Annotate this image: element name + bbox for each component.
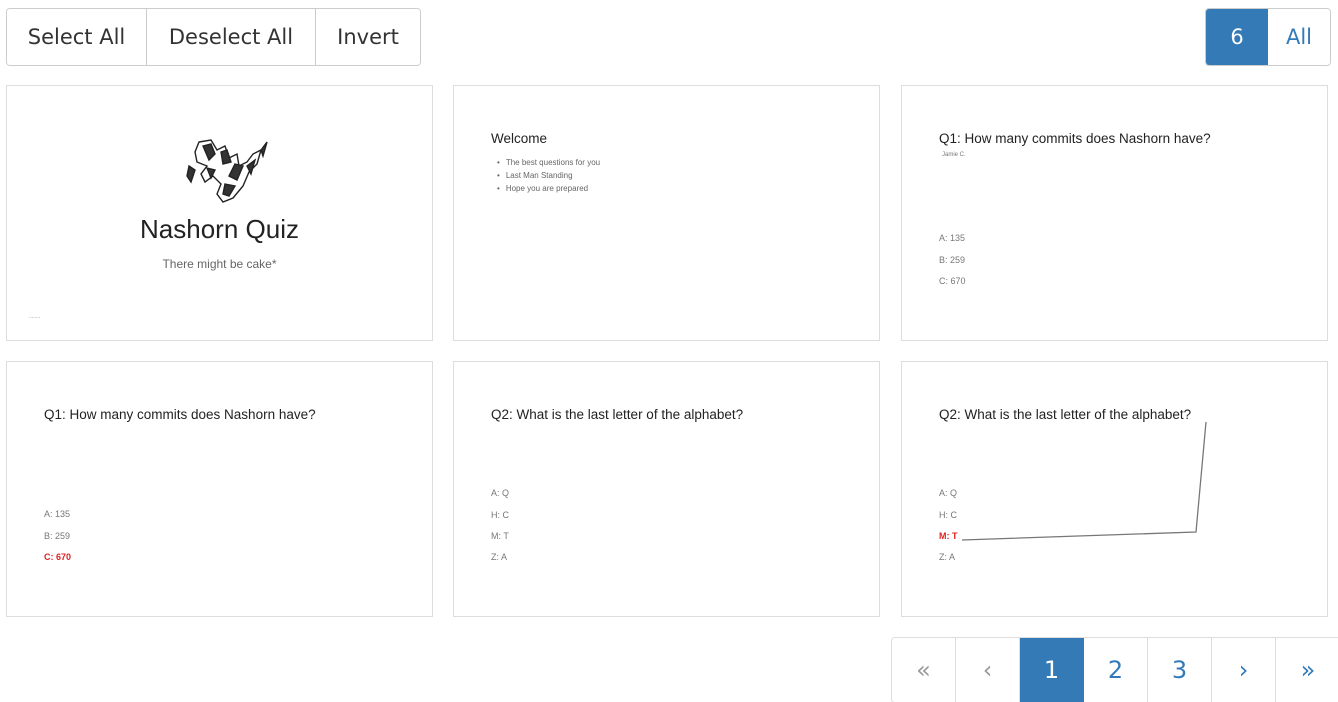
answer-option: M: T (491, 531, 509, 541)
slide-footnote: ........ (29, 314, 41, 320)
slide-title: Q2: What is the last letter of the alpha… (491, 407, 744, 422)
rhino-logo-icon (186, 139, 268, 203)
slide-title: Q1: How many commits does Nashorn have? (939, 131, 1211, 146)
select-all-button[interactable]: Select All (7, 9, 147, 65)
answer-option: B: 259 (939, 255, 966, 265)
slide-thumbnail-6[interactable]: Q2: What is the last letter of the alpha… (901, 361, 1328, 617)
page-1-button[interactable]: 1 (1020, 638, 1084, 702)
slide-thumbnail-3[interactable]: Q1: How many commits does Nashorn have? … (901, 85, 1328, 341)
selection-button-group: Select All Deselect All Invert (6, 8, 421, 66)
list-item: Hope you are prepared (497, 182, 600, 195)
answer-option: H: C (491, 510, 509, 520)
slide-author: Jamie C. (942, 152, 966, 158)
page-2-button[interactable]: 2 (1084, 638, 1148, 702)
answer-option: A: 135 (44, 509, 71, 519)
correct-answer-option: C: 670 (44, 552, 72, 562)
prev-page-button[interactable]: ‹ (956, 638, 1020, 702)
answer-option: C: 670 (939, 276, 966, 286)
page-size-toggle: 6 All (1205, 8, 1331, 66)
slide-title: Welcome (491, 131, 548, 146)
last-page-button[interactable]: » (1276, 638, 1338, 702)
list-item: The best questions for you (497, 156, 600, 169)
first-page-button[interactable]: « (892, 638, 956, 702)
slide-title: Q1: How many commits does Nashorn have? (44, 407, 316, 422)
answer-option: A: 135 (939, 233, 966, 243)
slide-bullet-list: The best questions for you Last Man Stan… (497, 156, 600, 195)
answer-option: Z: A (491, 552, 508, 562)
slide-thumbnail-4[interactable]: Q1: How many commits does Nashorn have? … (6, 361, 433, 617)
page-size-all-button[interactable]: All (1268, 9, 1330, 65)
slide-title: Nashorn Quiz (140, 214, 299, 244)
slide-thumbnail-5[interactable]: Q2: What is the last letter of the alpha… (453, 361, 880, 617)
deselect-all-button[interactable]: Deselect All (147, 9, 316, 65)
slide-thumbnail-2[interactable]: Welcome The best questions for you Last … (453, 85, 880, 341)
pagination: « ‹ 1 2 3 › » (891, 637, 1338, 702)
list-item: Last Man Standing (497, 169, 600, 182)
next-page-button[interactable]: › (1212, 638, 1276, 702)
answer-option: B: 259 (44, 531, 71, 541)
slide-thumbnail-1[interactable]: Nashorn Quiz There might be cake* ......… (6, 85, 433, 341)
slide-subtitle: There might be cake* (162, 257, 277, 271)
invert-button[interactable]: Invert (316, 9, 420, 65)
page-3-button[interactable]: 3 (1148, 638, 1212, 702)
annotation-connector-line (961, 421, 1207, 541)
page-size-6-button[interactable]: 6 (1206, 9, 1268, 65)
answer-option: A: Q (491, 488, 510, 498)
